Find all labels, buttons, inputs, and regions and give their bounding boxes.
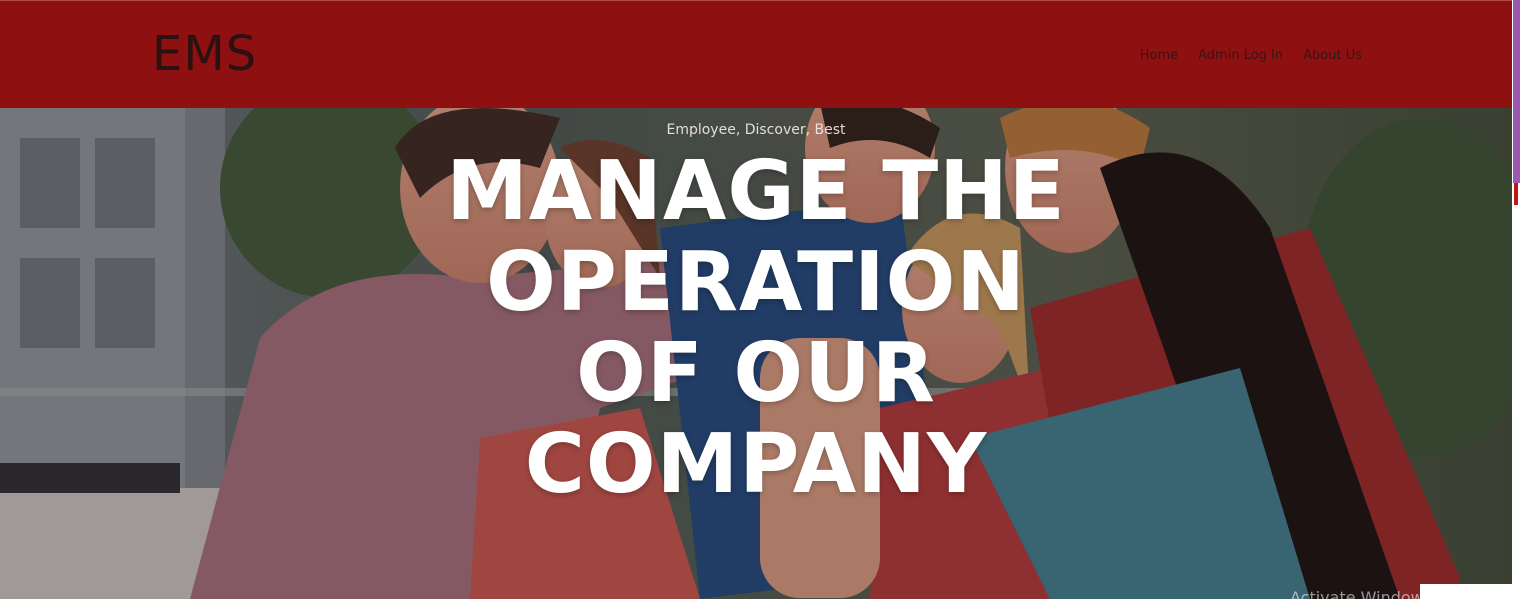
nav-home-link[interactable]: Home [1140,48,1178,63]
activate-windows-watermark: Activate Windows [1290,588,1433,599]
hero-text-block: Employee, Discover, Best MANAGE THE OPER… [0,122,1512,510]
scrollbar-accent [1513,0,1520,183]
nav-about-us-link[interactable]: About Us [1303,48,1362,63]
hero-title: MANAGE THE OPERATION OF OUR COMPANY [446,144,1066,512]
top-navbar: EMS Home Admin Log In About Us [0,0,1512,108]
brand-logo-link[interactable]: EMS [152,25,257,83]
window-scrollbar-edge[interactable] [1512,0,1521,599]
watermark-cover [1420,584,1512,599]
hero-kicker: Employee, Discover, Best [666,122,846,138]
hero-section: Employee, Discover, Best MANAGE THE OPER… [0,108,1512,599]
scrollbar-thumb[interactable] [1514,183,1518,205]
main-nav: Home Admin Log In About Us [1140,48,1362,63]
page: EMS Home Admin Log In About Us Employee,… [0,0,1521,599]
nav-admin-login-link[interactable]: Admin Log In [1198,48,1283,63]
